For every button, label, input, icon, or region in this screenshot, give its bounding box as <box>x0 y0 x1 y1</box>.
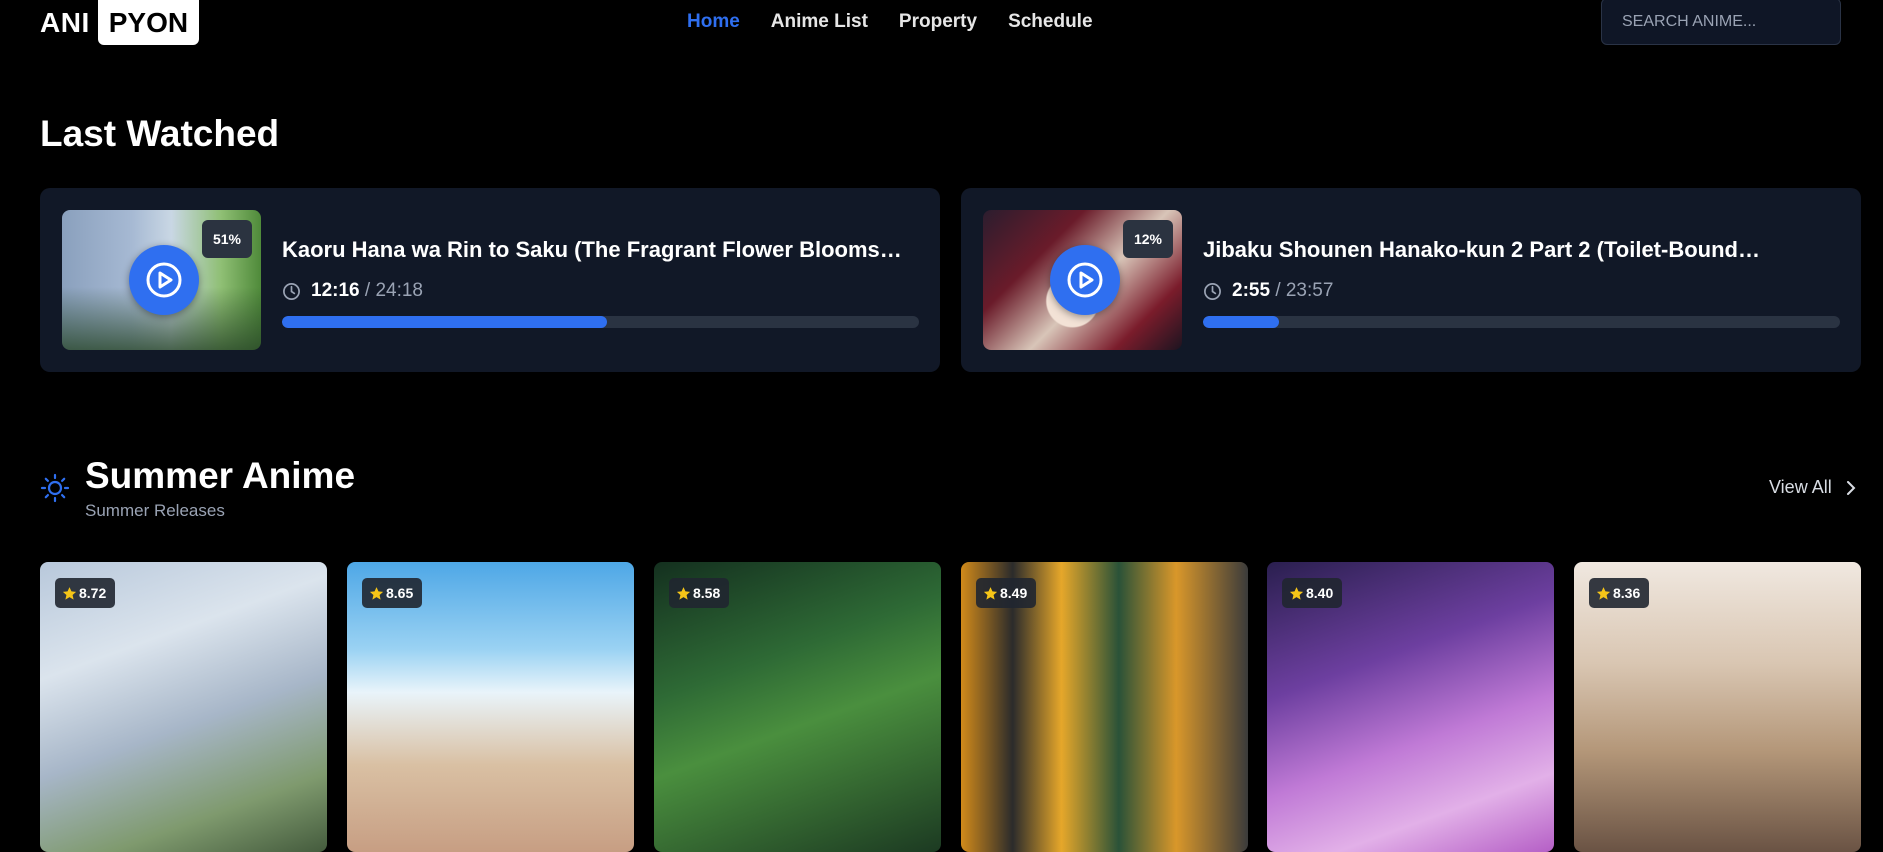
star-icon <box>369 586 384 600</box>
watch-time: 12:16 / 24:18 <box>282 280 423 302</box>
view-all-label: View All <box>1769 477 1832 497</box>
star-icon <box>62 586 77 600</box>
last-watched-card[interactable]: 51% Kaoru Hana wa Rin to Saku (The Fragr… <box>40 188 940 372</box>
chevron-right-icon <box>1846 480 1856 495</box>
rating-badge: 8.65 <box>362 578 423 608</box>
clock-icon <box>1204 282 1221 300</box>
episode-title[interactable]: Jibaku Shounen Hanako-kun 2 Part 2 (Toil… <box>1203 237 1843 263</box>
summer-anime-title: Summer Anime <box>85 455 356 496</box>
watch-time: 2:55 / 23:57 <box>1203 280 1333 302</box>
nav-home[interactable]: Home <box>687 11 740 33</box>
last-watched-card[interactable]: 12% Jibaku Shounen Hanako-kun 2 Part 2 (… <box>961 188 1861 372</box>
nav-anime-list[interactable]: Anime List <box>771 11 868 33</box>
top-nav: ANI PYON Home Anime List Property Schedu… <box>0 0 1883 46</box>
episode-thumbnail[interactable]: 12% <box>983 210 1182 350</box>
progress-bar-fill <box>282 316 607 328</box>
clock-icon <box>283 282 300 300</box>
star-icon <box>1596 586 1611 600</box>
progress-percent-badge: 12% <box>1123 220 1173 258</box>
episode-title[interactable]: Kaoru Hana wa Rin to Saku (The Fragrant … <box>282 237 922 263</box>
last-watched-title: Last Watched <box>40 113 280 154</box>
rating-value: 8.49 <box>1000 585 1028 601</box>
rating-badge: 8.58 <box>669 578 730 608</box>
logo-left: ANI <box>40 6 90 38</box>
total-time: / 24:18 <box>364 280 423 301</box>
rating-badge: 8.72 <box>55 578 116 608</box>
anime-card[interactable]: 8.65 <box>347 562 634 852</box>
anime-card[interactable]: 8.40 <box>1267 562 1554 852</box>
star-icon <box>983 586 998 600</box>
play-icon <box>146 262 182 298</box>
logo-right: PYON <box>97 0 200 45</box>
site-logo[interactable]: ANI PYON <box>40 0 200 45</box>
anime-card[interactable]: 8.58 <box>654 562 941 852</box>
rating-value: 8.40 <box>1306 585 1334 601</box>
progress-percent-badge: 51% <box>202 220 252 258</box>
main-menu: Home Anime List Property Schedule <box>687 11 1093 33</box>
rating-badge: 8.49 <box>976 578 1037 608</box>
nav-schedule[interactable]: Schedule <box>1008 11 1092 33</box>
rating-value: 8.72 <box>79 585 107 601</box>
rating-badge: 8.40 <box>1282 578 1343 608</box>
progress-bar <box>282 316 919 328</box>
search-input[interactable] <box>1601 0 1841 45</box>
total-time: / 23:57 <box>1275 280 1334 301</box>
sun-icon <box>40 473 70 503</box>
rating-value: 8.36 <box>1613 585 1641 601</box>
view-all-link[interactable]: View All <box>1769 477 1856 498</box>
rating-value: 8.58 <box>693 585 721 601</box>
rating-badge: 8.36 <box>1589 578 1650 608</box>
summer-anime-subtitle: Summer Releases <box>85 501 225 520</box>
play-button[interactable] <box>129 245 199 315</box>
star-icon <box>676 586 691 600</box>
anime-card[interactable]: 8.49 <box>961 562 1248 852</box>
progress-bar-fill <box>1203 316 1280 328</box>
current-time: 12:16 <box>311 280 360 301</box>
current-time: 2:55 <box>1232 280 1271 301</box>
episode-thumbnail[interactable]: 51% <box>62 210 261 350</box>
anime-card[interactable]: 8.36 <box>1574 562 1861 852</box>
nav-property[interactable]: Property <box>899 11 977 33</box>
star-icon <box>1289 586 1304 600</box>
progress-bar <box>1203 316 1840 328</box>
anime-card[interactable]: 8.72 <box>40 562 327 852</box>
play-button[interactable] <box>1050 245 1120 315</box>
rating-value: 8.65 <box>386 585 414 601</box>
play-icon <box>1067 262 1103 298</box>
